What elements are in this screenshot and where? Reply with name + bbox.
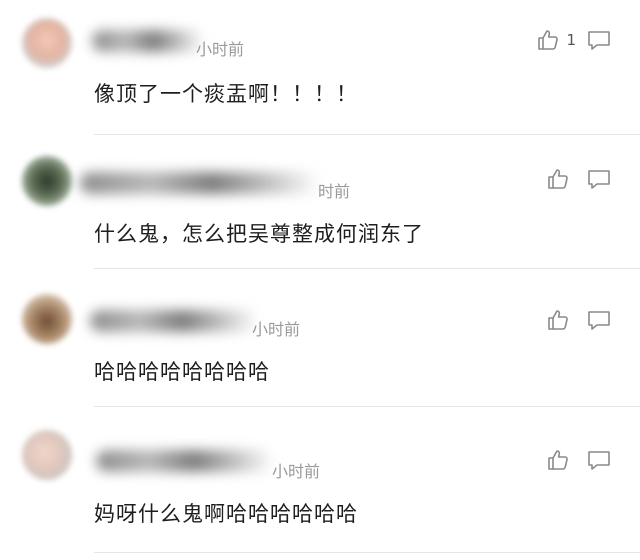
comment-actions bbox=[546, 448, 612, 472]
avatar[interactable] bbox=[22, 294, 72, 344]
comment-time: 小时前 bbox=[196, 40, 245, 59]
comment-text: 哈哈哈哈哈哈哈哈 bbox=[94, 360, 270, 384]
like-button[interactable] bbox=[546, 448, 576, 472]
comment-actions: 1 bbox=[536, 28, 612, 52]
divider bbox=[94, 406, 640, 407]
user-name-redacted[interactable] bbox=[96, 450, 274, 472]
comment-bubble-icon bbox=[588, 170, 610, 189]
reply-button[interactable] bbox=[586, 167, 612, 191]
comment-item: 时前 什么鬼，怎么把吴尊整成何润东了 bbox=[0, 136, 640, 272]
avatar[interactable] bbox=[22, 430, 72, 480]
reply-button[interactable] bbox=[586, 308, 612, 332]
comment-bubble-icon bbox=[588, 311, 610, 330]
like-count: 1 bbox=[566, 31, 576, 49]
like-button[interactable] bbox=[546, 308, 576, 332]
comment-item: 小时前 1 像顶了一个痰盂啊！！！！ bbox=[0, 0, 640, 136]
thumbs-up-icon bbox=[538, 30, 559, 50]
comment-text: 什么鬼，怎么把吴尊整成何润东了 bbox=[94, 222, 424, 246]
thumbs-up-icon bbox=[548, 450, 568, 470]
like-button[interactable] bbox=[546, 167, 576, 191]
comment-text: 妈呀什么鬼啊哈哈哈哈哈哈 bbox=[94, 502, 358, 526]
divider bbox=[94, 268, 640, 269]
avatar[interactable] bbox=[22, 156, 72, 206]
reply-button[interactable] bbox=[586, 28, 612, 52]
comment-list: 小时前 1 像顶了一个痰盂啊！！！！ 时前 什么鬼，怎么把吴尊整成何润东了 小时… bbox=[0, 0, 640, 560]
comment-time: 时前 bbox=[318, 182, 351, 201]
user-name-redacted[interactable] bbox=[90, 310, 258, 332]
comment-actions bbox=[546, 167, 612, 191]
comment-text: 像顶了一个痰盂啊！！！！ bbox=[94, 82, 358, 106]
comment-actions bbox=[546, 308, 612, 332]
avatar[interactable] bbox=[22, 18, 72, 68]
like-button[interactable]: 1 bbox=[536, 28, 576, 52]
divider bbox=[94, 552, 640, 553]
user-name-redacted[interactable] bbox=[92, 30, 204, 52]
comment-time: 小时前 bbox=[252, 320, 301, 339]
comment-item: 小时前 妈呀什么鬼啊哈哈哈哈哈哈 bbox=[0, 408, 640, 553]
comment-bubble-icon bbox=[588, 451, 610, 470]
comment-bubble-icon bbox=[588, 31, 610, 50]
thumbs-up-icon bbox=[548, 310, 568, 330]
comment-item: 小时前 哈哈哈哈哈哈哈哈 bbox=[0, 272, 640, 408]
divider bbox=[94, 134, 640, 135]
reply-button[interactable] bbox=[586, 448, 612, 472]
thumbs-up-icon bbox=[548, 169, 568, 189]
user-name-redacted[interactable] bbox=[80, 172, 320, 194]
comment-time: 小时前 bbox=[272, 462, 321, 481]
